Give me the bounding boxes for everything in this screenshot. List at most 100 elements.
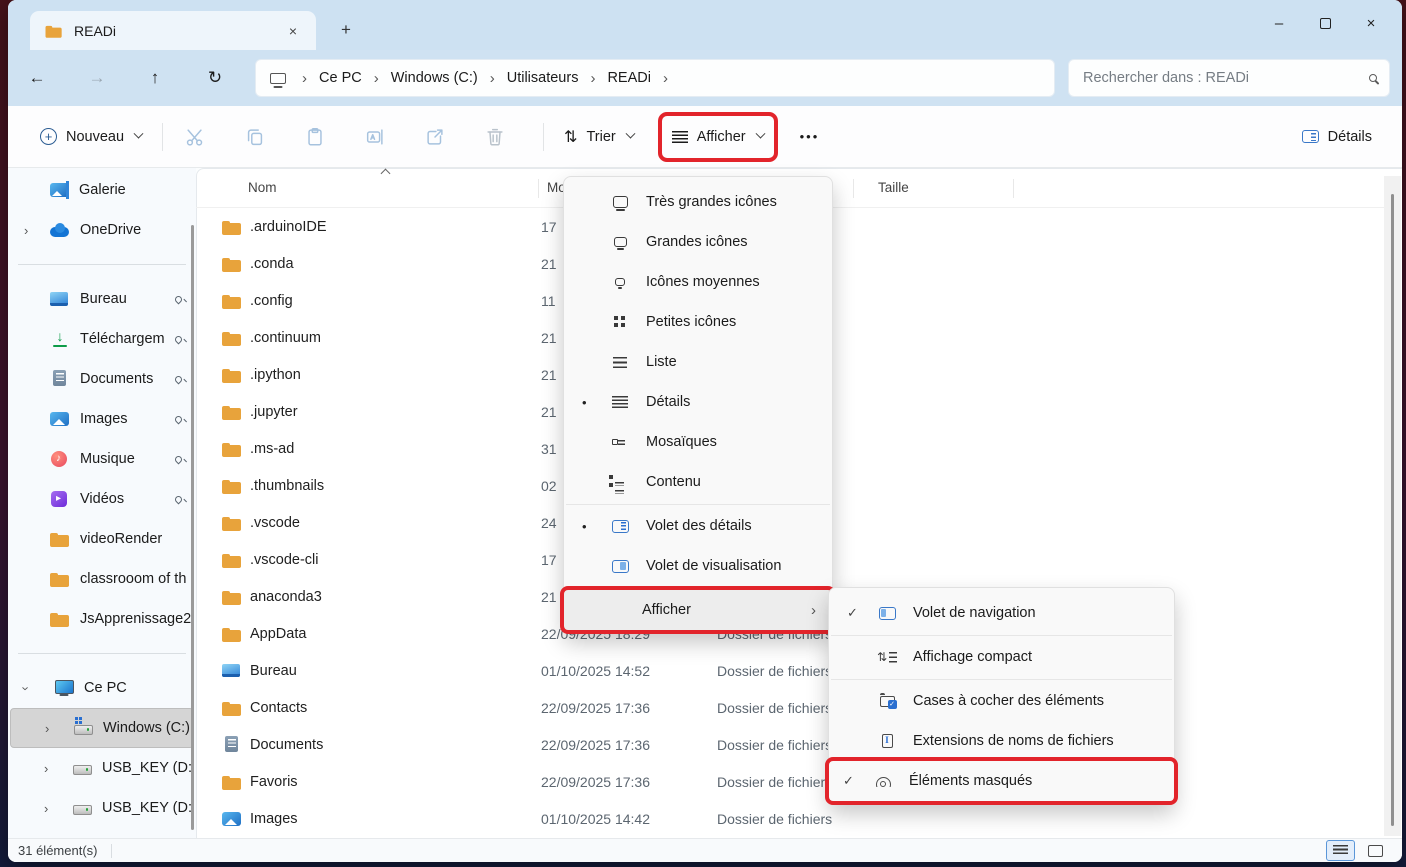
large-icons-view-toggle[interactable] [1361,840,1390,861]
menu-item-tres-grandes-icones[interactable]: Très grandes icônes [568,182,828,222]
cut-button[interactable] [173,117,217,157]
back-button[interactable]: ← [19,61,55,95]
chevron-right-icon[interactable]: › [45,721,49,736]
preview-pane-icon [608,559,632,573]
chevron-down-icon[interactable]: › [19,686,34,690]
file-row[interactable]: Contacts 22/09/2025 17:36 Dossier de fic… [196,689,1384,726]
breadcrumb[interactable]: › Ce PC › Windows (C:) › Utilisateurs › … [255,59,1055,97]
breadcrumb-item[interactable]: Windows (C:) [391,70,478,86]
vertical-scrollbar[interactable] [1384,176,1401,836]
file-icon [222,588,242,606]
menu-item-contenu[interactable]: Contenu [568,462,828,502]
breadcrumb-chevron-icon[interactable]: › [478,70,507,87]
rename-button[interactable] [353,117,397,157]
tab-readi[interactable]: READi × [30,11,316,50]
chevron-right-icon[interactable]: › [44,761,48,776]
column-header-size[interactable]: Taille [878,180,909,195]
breadcrumb-item[interactable]: Utilisateurs [507,70,579,86]
new-tab-button[interactable]: + [332,16,360,44]
breadcrumb-chevron-icon[interactable]: › [290,70,319,87]
file-row[interactable]: Images 01/10/2025 14:42 Dossier de fichi… [196,800,1384,837]
submenu-item-affichage-compact[interactable]: ⇅ Affichage compact [833,637,1170,677]
sidebar-item[interactable]: Musique [10,439,194,479]
search-box[interactable] [1068,59,1390,97]
breadcrumb-item[interactable]: Ce PC [319,70,362,86]
menu-item-volet-des-details[interactable]: • Volet des détails [568,506,828,546]
column-divider[interactable] [853,179,854,198]
rename-icon [366,128,383,145]
search-input[interactable] [1083,70,1369,86]
up-button[interactable]: ↑ [137,61,173,95]
menu-item-grandes-icones[interactable]: Grandes icônes [568,222,828,262]
sidebar-item[interactable]: Documents [10,359,194,399]
sidebar-item-ce-pc[interactable]: › Ce PC [10,668,194,708]
sidebar-item[interactable]: Images [10,399,194,439]
sidebar-item[interactable]: Galerie [10,170,194,210]
submenu-item-cases-a-cocher[interactable]: Cases à cocher des éléments [833,681,1170,721]
sidebar-item-icon [50,410,70,428]
sidebar-item-usb-key-2[interactable]: › USB_KEY (D:) [10,788,194,828]
menu-item-details[interactable]: • Détails [568,382,828,422]
file-row[interactable]: Documents 22/09/2025 17:36 Dossier de fi… [196,726,1384,763]
forward-button[interactable]: → [79,61,115,95]
sidebar-item[interactable]: videoRender [10,519,194,559]
chevron-right-icon[interactable]: › [44,801,48,816]
sort-button[interactable]: ⇅ Trier [554,116,644,158]
sidebar-item-icon [50,530,70,548]
column-divider[interactable] [538,179,539,198]
share-button[interactable] [413,117,457,157]
column-header-name[interactable]: Nom [248,180,277,195]
sidebar-item[interactable]: Bureau [10,279,194,319]
menu-item-liste[interactable]: Liste [568,342,828,382]
sort-ascending-icon[interactable] [380,168,391,179]
trash-icon [487,128,503,146]
file-name: .conda [250,255,294,272]
close-button[interactable]: × [1348,0,1394,46]
tab-close-icon[interactable]: × [282,20,304,42]
breadcrumb-chevron-icon[interactable]: › [578,70,607,87]
sidebar-item[interactable]: › OneDrive [10,210,194,250]
menu-item-volet-de-visualisation[interactable]: Volet de visualisation [568,546,828,586]
paste-button[interactable] [293,117,337,157]
breadcrumb-chevron-icon[interactable]: › [362,70,391,87]
more-options-button[interactable]: ••• [788,129,832,144]
menu-item-icones-moyennes[interactable]: Icônes moyennes [568,262,828,302]
menu-item-afficher-submenu[interactable]: Afficher › [560,586,836,634]
file-name: .arduinoIDE [250,218,327,235]
sidebar-item-windows-c[interactable]: › Windows (C:) [10,708,194,748]
sidebar-item[interactable]: classrooom of th [10,559,194,599]
submenu-item-extensions[interactable]: Extensions de noms de fichiers [833,721,1170,761]
sidebar-item-usb-key-1[interactable]: › USB_KEY (D:) [10,748,194,788]
breadcrumb-chevron-icon[interactable]: › [651,70,680,87]
details-view-toggle[interactable] [1326,840,1355,861]
menu-item-petites-icones[interactable]: Petites icônes [568,302,828,342]
delete-button[interactable] [473,117,517,157]
breadcrumb-item[interactable]: READi [607,70,651,86]
sidebar-scrollbar[interactable] [191,225,194,830]
maximize-button[interactable] [1302,0,1348,46]
sidebar-item-label: Windows (C:) [103,720,191,736]
minimize-button[interactable]: – [1256,0,1302,46]
sidebar-item[interactable]: Vidéos [10,479,194,519]
drive-icon [72,759,92,777]
submenu-item-elements-masques[interactable]: ✓ Éléments masqués [825,757,1178,805]
view-button[interactable]: Afficher [657,111,778,162]
scrollbar-thumb[interactable] [1391,194,1394,826]
column-divider[interactable] [1013,179,1014,198]
file-row[interactable]: Bureau 01/10/2025 14:52 Dossier de fichi… [196,652,1384,689]
copy-button[interactable] [233,117,277,157]
file-row[interactable]: Favoris 22/09/2025 17:36 Dossier de fich… [196,763,1384,800]
sidebar-item[interactable]: Téléchargem [10,319,194,359]
menu-item-mosaiques[interactable]: Mosaïques [568,422,828,462]
submenu-item-volet-de-navigation[interactable]: ✓ Volet de navigation [833,593,1170,633]
new-button[interactable]: + Nouveau [30,116,152,158]
file-name: .config [250,292,293,309]
file-name: .jupyter [250,403,298,420]
search-icon[interactable] [1369,74,1377,82]
refresh-button[interactable]: ↻ [197,61,233,95]
sidebar-item[interactable]: JsApprenissage2 [10,599,194,639]
chevron-right-icon[interactable]: › [24,223,28,238]
details-pane-button[interactable]: Détails [1292,116,1382,158]
sidebar-item-label: USB_KEY (D:) [102,760,194,776]
toolbar-divider [543,122,545,151]
